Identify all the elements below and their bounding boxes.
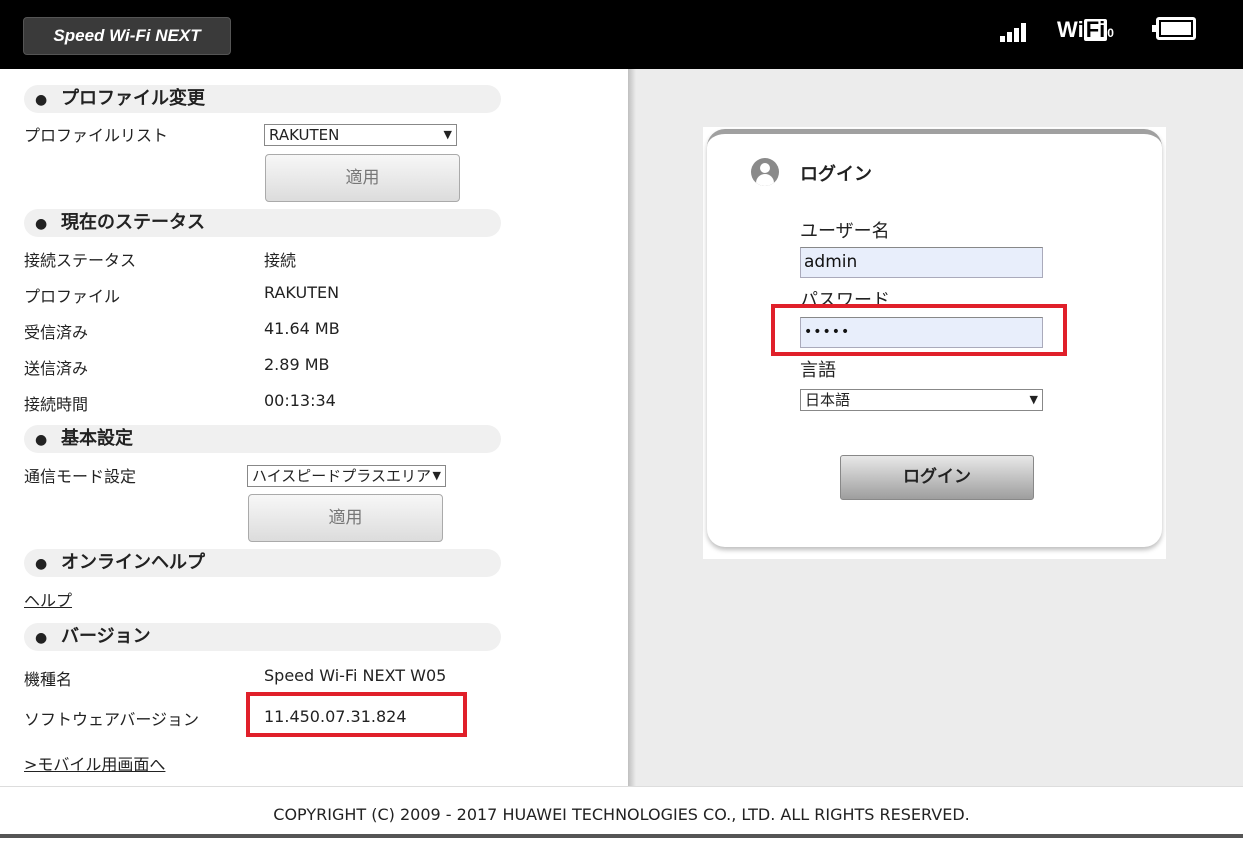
bullet-icon: ●	[35, 556, 48, 572]
wifi-prefix: Wi	[1057, 17, 1084, 42]
mode-apply-button[interactable]: 適用	[248, 494, 443, 542]
comm-mode-label: 通信モード設定	[24, 467, 137, 486]
comm-mode-select[interactable]: ハイスピードプラスエリア ▼	[247, 465, 446, 487]
section-title: 基本設定	[61, 428, 133, 449]
bullet-icon: ●	[35, 216, 48, 232]
user-icon	[751, 158, 779, 186]
status-row-label: 送信済み	[24, 359, 89, 378]
section-title: プロファイル変更	[61, 88, 205, 109]
language-label: 言語	[800, 360, 836, 381]
status-row-value: 00:13:34	[264, 391, 336, 410]
section-title: 現在のステータス	[61, 212, 205, 233]
username-label: ユーザー名	[800, 221, 890, 242]
software-version-label: ソフトウェアバージョン	[24, 710, 200, 729]
login-title: ログイン	[800, 164, 872, 185]
footer-rule	[0, 834, 1243, 838]
copyright-text: COPYRIGHT (C) 2009 - 2017 HUAWEI TECHNOL…	[273, 805, 970, 824]
status-row-value: RAKUTEN	[264, 283, 340, 302]
model-name-label: 機種名	[24, 670, 73, 689]
status-row-label: 受信済み	[24, 323, 89, 342]
profile-list-select[interactable]: RAKUTEN ▼	[264, 124, 457, 146]
section-profile-change: ● プロファイル変更	[24, 85, 501, 113]
wifi-box: Fi	[1083, 17, 1108, 42]
top-header: Speed Wi-Fi NEXT WiFi 0	[0, 0, 1243, 69]
status-row-value: 2.89 MB	[264, 355, 330, 374]
help-link[interactable]: ヘルプ	[24, 587, 72, 611]
dropdown-arrow-icon: ▼	[1029, 393, 1038, 406]
username-input[interactable]: admin	[800, 247, 1043, 278]
status-row-label: 接続時間	[24, 395, 89, 414]
section-current-status: ● 現在のステータス	[24, 209, 501, 237]
section-title: オンラインヘルプ	[61, 552, 205, 573]
dropdown-arrow-icon: ▼	[443, 128, 452, 141]
model-name-value: Speed Wi-Fi NEXT W05	[264, 666, 447, 685]
password-highlight	[771, 304, 1067, 356]
section-version: ● バージョン	[24, 623, 501, 651]
language-value: 日本語	[805, 391, 851, 409]
status-row-value: 接続	[264, 251, 297, 270]
wifi-icon: WiFi 0	[1057, 16, 1114, 44]
footer: COPYRIGHT (C) 2009 - 2017 HUAWEI TECHNOL…	[0, 786, 1243, 838]
status-row-value: 41.64 MB	[264, 319, 340, 338]
bullet-icon: ●	[35, 432, 48, 448]
panel-divider	[628, 69, 636, 786]
wifi-sub: 0	[1107, 26, 1114, 40]
profile-list-label: プロファイルリスト	[24, 126, 169, 145]
login-button[interactable]: ログイン	[840, 455, 1034, 500]
section-basic-settings: ● 基本設定	[24, 425, 501, 453]
speed-wifi-next-logo: Speed Wi-Fi NEXT	[23, 17, 231, 55]
signal-icon	[1000, 22, 1032, 42]
login-area: ログイン ユーザー名 admin パスワード ••••• 言語 日本語 ▼ ログイ…	[636, 69, 1243, 786]
battery-icon	[1152, 17, 1196, 40]
section-title: バージョン	[61, 626, 151, 647]
dropdown-arrow-icon: ▼	[432, 469, 441, 482]
bullet-icon: ●	[35, 92, 48, 108]
language-select[interactable]: 日本語 ▼	[800, 389, 1043, 411]
bullet-icon: ●	[35, 630, 48, 646]
section-online-help: ● オンラインヘルプ	[24, 549, 501, 577]
profile-list-value: RAKUTEN	[269, 126, 340, 144]
status-row-label: プロファイル	[24, 287, 121, 306]
comm-mode-value: ハイスピードプラスエリア	[252, 467, 431, 485]
status-row-label: 接続ステータス	[24, 251, 137, 270]
profile-apply-button[interactable]: 適用	[265, 154, 460, 202]
mobile-view-link[interactable]: >モバイル用画面へ	[24, 751, 165, 775]
software-version-highlight	[246, 692, 467, 737]
status-panel: ● プロファイル変更 プロファイルリスト RAKUTEN ▼ 適用 ● 現在のステータ…	[0, 69, 628, 786]
